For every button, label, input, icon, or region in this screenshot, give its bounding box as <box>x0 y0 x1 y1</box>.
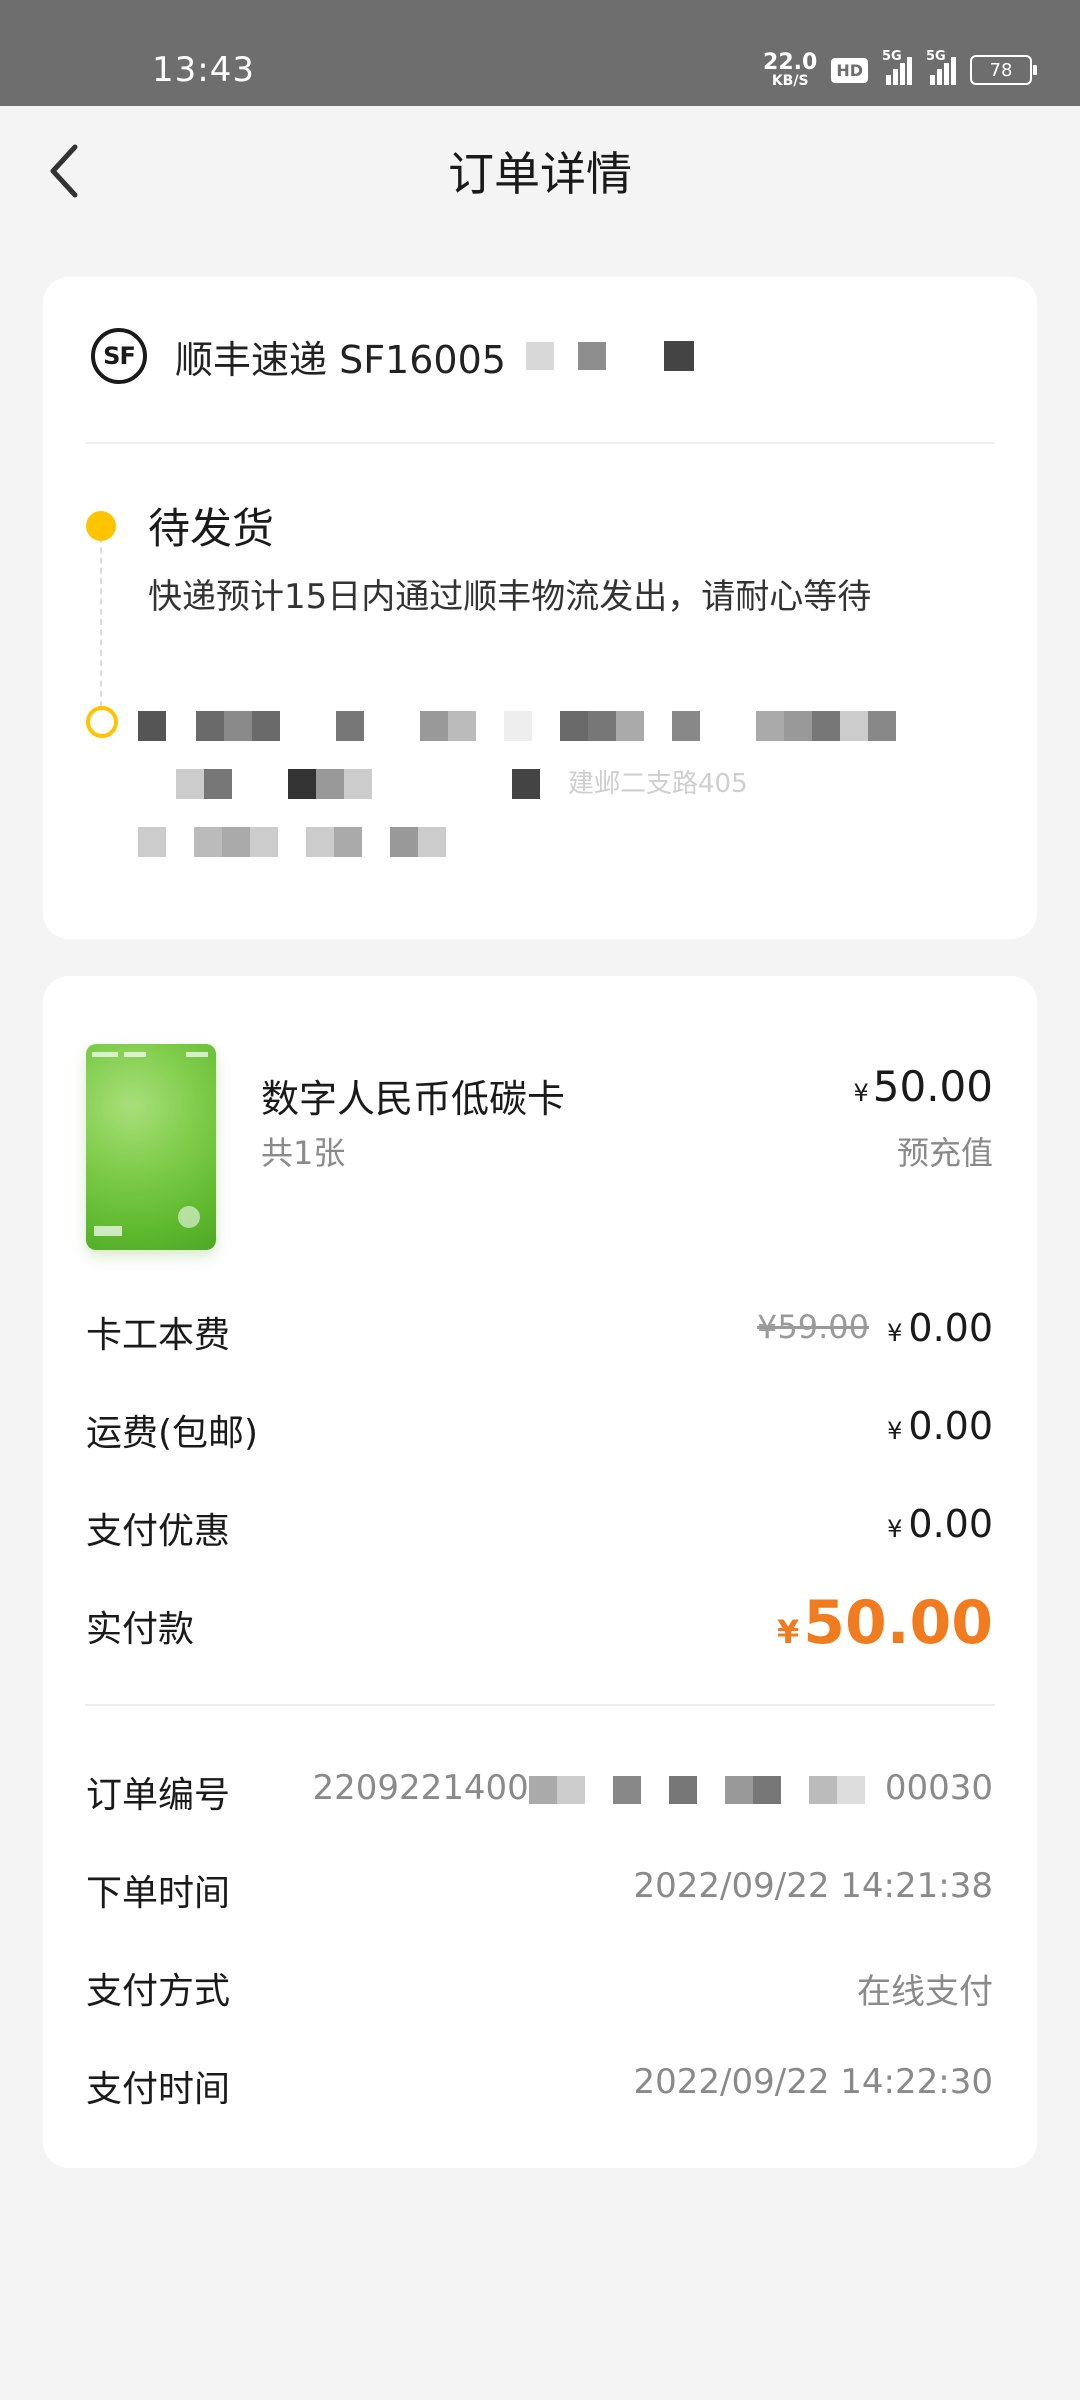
order-number-suffix: 00030 <box>884 1768 993 1808</box>
total-value: ¥50.00 <box>777 1588 993 1658</box>
status-icons: 22.0 KB/S HD 5G 5G 78 <box>763 48 1037 92</box>
signal-icon: 5G <box>882 49 912 85</box>
card-fee-label: 卡工本费 <box>86 1315 231 1356</box>
courier-row[interactable]: SF 顺丰速递 SF16005 <box>91 321 694 391</box>
card-fee-row: 卡工本费 ¥59.00 ¥0.00 <box>86 1306 993 1356</box>
total-amount: 50.00 <box>803 1588 993 1658</box>
product-price: ¥50.00 <box>853 1062 993 1111</box>
order-number-row[interactable]: 订单编号 2209221400 00030 <box>86 1766 993 1816</box>
card-fee-value: ¥0.00 <box>887 1306 993 1350</box>
order-card: 数字人民币低碳卡 共1张 ¥50.00 预充值 卡工本费 ¥59.00 ¥0.0… <box>43 976 1037 2168</box>
shipping-fee-row: 运费(包邮) ¥0.00 <box>86 1404 993 1454</box>
signal-label: 5G <box>882 49 902 64</box>
pay-method-row: 支付方式 在线支付 <box>86 1962 993 2012</box>
timeline-dot-active-icon <box>86 511 116 541</box>
currency-symbol: ¥ <box>887 1319 903 1347</box>
order-number-label: 订单编号 <box>86 1775 231 1816</box>
currency-symbol: ¥ <box>776 1613 800 1651</box>
status-bar: 13:43 22.0 KB/S HD 5G 5G 78 <box>0 0 1080 106</box>
order-time-value: 2022/09/22 14:21:38 <box>633 1866 993 1906</box>
card-fee-amount: 0.00 <box>908 1306 993 1350</box>
redacted-block <box>556 1775 585 1804</box>
network-speed-value: 22.0 <box>763 50 818 75</box>
order-number-value: 2209221400 00030 <box>313 1768 994 1808</box>
discount-label: 支付优惠 <box>86 1511 231 1552</box>
address-redacted-line-3 <box>138 827 446 857</box>
discount-row: 支付优惠 ¥0.00 <box>86 1502 993 1552</box>
redacted-block <box>752 1775 781 1804</box>
redacted-block <box>668 1775 697 1804</box>
pay-method-label: 支付方式 <box>86 1971 231 2012</box>
discount-amount: 0.00 <box>908 1502 993 1546</box>
redacted-block <box>525 342 554 370</box>
redacted-block <box>836 1775 865 1804</box>
address-redacted-line-1 <box>138 711 896 741</box>
timeline-dot-address-icon <box>86 706 118 738</box>
card-fee-original: ¥59.00 <box>757 1308 869 1346</box>
redacted-block <box>612 1775 641 1804</box>
redacted-block <box>808 1775 837 1804</box>
product-tag: 预充值 <box>896 1134 993 1172</box>
product-price-value: 50.00 <box>872 1062 993 1111</box>
timeline-line <box>100 537 102 707</box>
network-speed-unit: KB/S <box>771 73 809 89</box>
tracking-number: 顺丰速递 SF16005 <box>175 337 506 382</box>
total-label: 实付款 <box>86 1609 195 1650</box>
redacted-block <box>528 1775 557 1804</box>
order-number-prefix: 2209221400 <box>312 1768 529 1808</box>
address-redacted-line-2: 建邺二支路405 <box>138 769 748 799</box>
status-time: 13:43 <box>152 50 255 90</box>
product-name: 数字人民币低碳卡 <box>261 1077 566 1121</box>
currency-symbol: ¥ <box>887 1417 903 1445</box>
signal-icon-2: 5G <box>926 49 956 85</box>
product-quantity: 共1张 <box>261 1134 346 1172</box>
pay-method-value: 在线支付 <box>857 1972 993 2012</box>
currency-symbol: ¥ <box>853 1079 869 1107</box>
order-time-row: 下单时间 2022/09/22 14:21:38 <box>86 1864 993 1914</box>
order-time-label: 下单时间 <box>86 1873 231 1914</box>
pay-time-value: 2022/09/22 14:22:30 <box>633 2062 993 2102</box>
battery-icon: 78 <box>970 55 1037 85</box>
signal-label-2: 5G <box>926 49 946 64</box>
shipping-fee-amount: 0.00 <box>908 1404 993 1448</box>
currency-symbol: ¥ <box>887 1515 903 1543</box>
shipping-fee-label: 运费(包邮) <box>86 1413 259 1454</box>
pay-time-label: 支付时间 <box>86 2069 231 2110</box>
total-row: 实付款 ¥50.00 <box>86 1588 993 1658</box>
redacted-block <box>577 342 606 370</box>
divider <box>85 442 995 444</box>
nav-bar: 订单详情 <box>0 106 1080 236</box>
redacted-block <box>724 1775 753 1804</box>
shipping-status-desc: 快递预计15日内通过顺丰物流发出，请耐心等待 <box>148 577 872 617</box>
pay-time-row: 支付时间 2022/09/22 14:22:30 <box>86 2060 993 2110</box>
divider <box>85 1704 995 1706</box>
page-title: 订单详情 <box>448 147 632 201</box>
battery-level: 78 <box>989 59 1013 81</box>
shipping-fee-value: ¥0.00 <box>887 1404 993 1448</box>
hd-icon: HD <box>831 57 868 83</box>
network-speed: 22.0 KB/S <box>763 50 818 89</box>
low-carbon-card-image <box>86 1044 216 1250</box>
address-partial-text: 建邺二支路405 <box>568 769 748 799</box>
discount-value: ¥0.00 <box>887 1502 993 1546</box>
shipping-card: SF 顺丰速递 SF16005 待发货 快递预计15日内通过顺丰物流发出，请耐心… <box>43 277 1037 939</box>
redacted-block <box>663 341 694 371</box>
shipping-status-title: 待发货 <box>148 504 275 553</box>
sf-express-logo-icon: SF <box>91 328 147 384</box>
